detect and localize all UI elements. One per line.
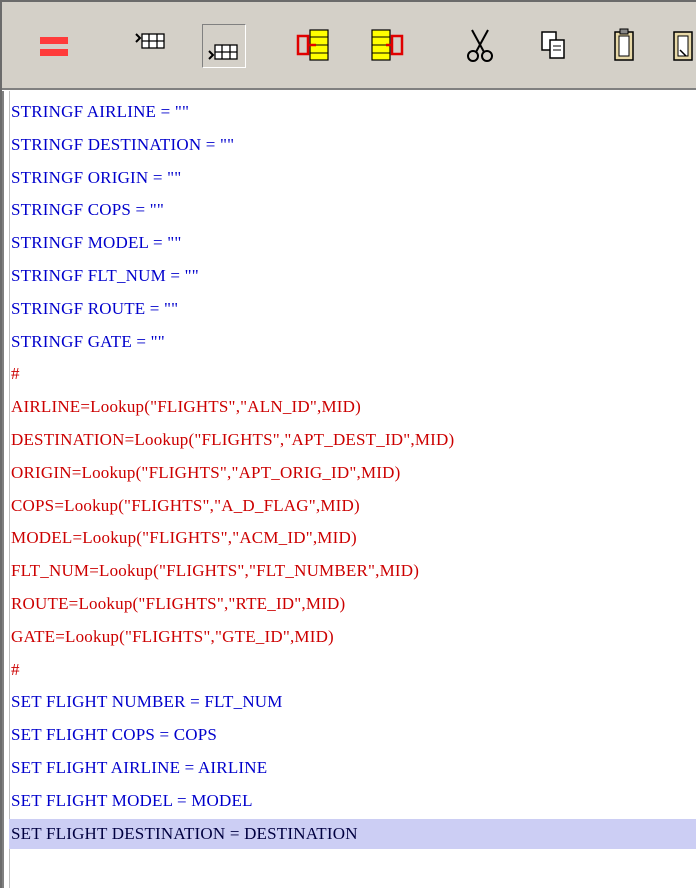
code-line[interactable]: STRINGF DESTINATION = "" — [11, 130, 234, 160]
code-line[interactable]: DESTINATION=Lookup("FLIGHTS","APT_DEST_I… — [11, 425, 454, 455]
code-line[interactable]: AIRLINE=Lookup("FLIGHTS","ALN_ID",MID) — [11, 392, 361, 422]
code-line[interactable]: SET FLIGHT AIRLINE = AIRLINE — [11, 753, 267, 783]
move-block-left-icon[interactable] — [366, 24, 410, 68]
move-block-right-icon[interactable] — [292, 24, 336, 68]
code-line[interactable]: STRINGF AIRLINE = "" — [11, 97, 189, 127]
code-line[interactable]: STRINGF GATE = "" — [11, 327, 165, 357]
code-line[interactable]: # — [11, 655, 20, 685]
code-line[interactable]: STRINGF COPS = "" — [11, 195, 164, 225]
code-line[interactable]: SET FLIGHT MODEL = MODEL — [11, 786, 253, 816]
code-line[interactable]: COPS=Lookup("FLIGHTS","A_D_FLAG",MID) — [11, 491, 360, 521]
code-line[interactable]: ORIGIN=Lookup("FLIGHTS","APT_ORIG_ID",MI… — [11, 458, 401, 488]
equals-icon[interactable] — [32, 24, 76, 68]
copy-icon[interactable] — [532, 24, 576, 68]
code-line[interactable]: STRINGF ORIGIN = "" — [11, 163, 181, 193]
code-line[interactable]: SET FLIGHT NUMBER = FLT_NUM — [11, 687, 283, 717]
code-line[interactable]: STRINGF MODEL = "" — [11, 228, 181, 258]
insert-row-after-icon[interactable] — [202, 24, 246, 68]
code-line[interactable]: MODEL=Lookup("FLIGHTS","ACM_ID",MID) — [11, 523, 357, 553]
code-line[interactable]: STRINGF FLT_NUM = "" — [11, 261, 199, 291]
paste-special-icon[interactable] — [668, 24, 696, 68]
toolbar — [2, 2, 696, 88]
script-editor[interactable]: STRINGF AIRLINE = "" STRINGF DESTINATION … — [2, 91, 696, 888]
insert-row-before-icon[interactable] — [128, 24, 172, 68]
paste-icon[interactable] — [604, 24, 648, 68]
editor-gutter — [4, 91, 10, 888]
code-line[interactable]: # — [11, 359, 20, 389]
code-line[interactable]: STRINGF ROUTE = "" — [11, 294, 178, 324]
cut-icon[interactable] — [458, 24, 502, 68]
code-line[interactable]: GATE=Lookup("FLIGHTS","GTE_ID",MID) — [11, 622, 334, 652]
code-line[interactable]: SET FLIGHT DESTINATION = DESTINATION — [11, 819, 358, 849]
code-line[interactable]: ROUTE=Lookup("FLIGHTS","RTE_ID",MID) — [11, 589, 345, 619]
code-line[interactable]: SET FLIGHT COPS = COPS — [11, 720, 217, 750]
code-line[interactable]: FLT_NUM=Lookup("FLIGHTS","FLT_NUMBER",MI… — [11, 556, 419, 586]
